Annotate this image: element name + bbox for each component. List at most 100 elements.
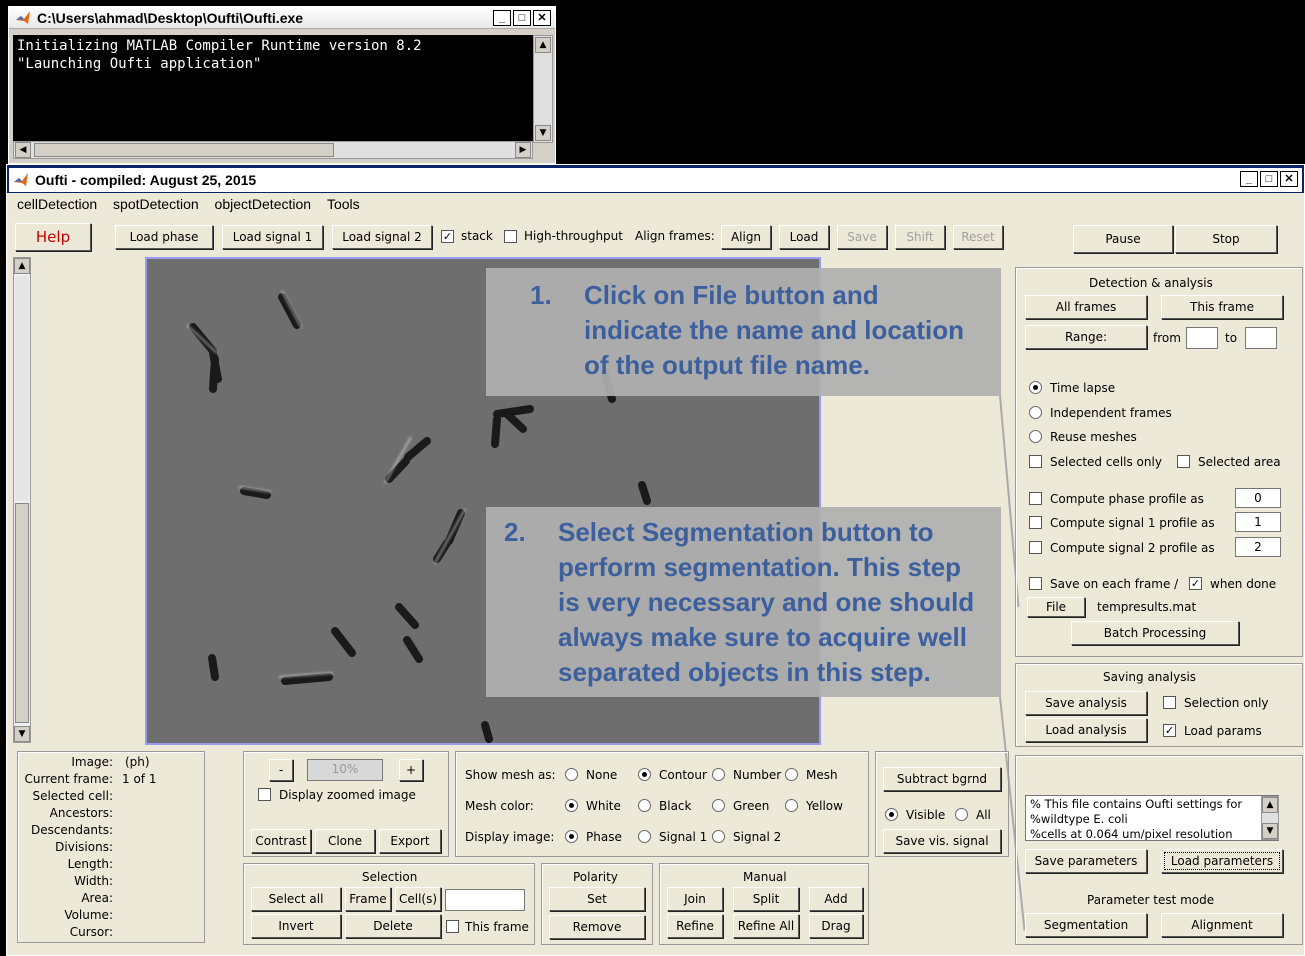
selection-only-checkbox[interactable] xyxy=(1163,696,1176,709)
frame-scrollbar[interactable]: ▲ ▼ xyxy=(13,257,31,743)
maximize-button[interactable]: □ xyxy=(513,10,531,26)
this-frame-checkbox[interactable] xyxy=(446,920,459,933)
selected-cells-checkbox[interactable] xyxy=(1029,455,1042,468)
mesh-none-radio[interactable] xyxy=(565,768,578,781)
polarity-remove-button[interactable]: Remove xyxy=(549,915,645,939)
scroll-down-icon[interactable]: ▼ xyxy=(1262,823,1278,839)
signal2-profile-checkbox[interactable] xyxy=(1029,541,1042,554)
delete-button[interactable]: Delete xyxy=(345,914,441,938)
color-yellow-radio[interactable] xyxy=(785,799,798,812)
color-black-radio[interactable] xyxy=(638,799,651,812)
mesh-contour-radio[interactable] xyxy=(638,768,651,781)
menu-objectdetection[interactable]: objectDetection xyxy=(215,196,312,212)
export-button[interactable]: Export xyxy=(379,829,441,853)
color-white-radio[interactable] xyxy=(565,799,578,812)
maximize-button[interactable]: □ xyxy=(1260,171,1278,187)
stack-checkbox[interactable]: ✓ xyxy=(441,230,454,243)
visible-radio[interactable] xyxy=(885,808,898,821)
load-signal1-button[interactable]: Load signal 1 xyxy=(222,225,323,249)
save-parameters-button[interactable]: Save parameters xyxy=(1025,849,1147,873)
select-all-button[interactable]: Select all xyxy=(251,887,341,911)
reset-button[interactable]: Reset xyxy=(953,225,1003,249)
scroll-up-icon[interactable]: ▲ xyxy=(14,258,30,274)
segmentation-button[interactable]: Segmentation xyxy=(1025,913,1147,937)
color-green-radio[interactable] xyxy=(712,799,725,812)
file-button[interactable]: File xyxy=(1027,597,1085,617)
from-input[interactable] xyxy=(1186,327,1218,349)
selected-area-checkbox[interactable] xyxy=(1177,455,1190,468)
this-frame-button[interactable]: This frame xyxy=(1161,295,1283,319)
help-button[interactable]: Help xyxy=(15,223,91,251)
menu-tools[interactable]: Tools xyxy=(327,196,360,212)
close-button[interactable]: ✕ xyxy=(1280,171,1298,187)
console-hscrollbar[interactable]: ◀ ▶ xyxy=(13,141,533,159)
signal1-profile-checkbox[interactable] xyxy=(1029,516,1042,529)
invert-button[interactable]: Invert xyxy=(251,914,341,938)
zoom-out-button[interactable]: - xyxy=(269,759,293,781)
display-zoomed-checkbox[interactable] xyxy=(258,788,271,801)
shift-button[interactable]: Shift xyxy=(895,225,945,249)
scroll-down-icon[interactable]: ▼ xyxy=(14,726,30,742)
alignment-button[interactable]: Alignment xyxy=(1161,913,1283,937)
display-signal2-radio[interactable] xyxy=(712,830,725,843)
all-frames-button[interactable]: All frames xyxy=(1025,295,1147,319)
scroll-thumb[interactable] xyxy=(15,503,29,723)
signal2-profile-input[interactable]: 2 xyxy=(1235,537,1281,557)
display-phase-radio[interactable] xyxy=(565,830,578,843)
frame-button[interactable]: Frame xyxy=(345,887,391,911)
polarity-set-button[interactable]: Set xyxy=(549,887,645,911)
phase-profile-input[interactable]: 0 xyxy=(1235,488,1281,508)
add-button[interactable]: Add xyxy=(809,887,863,911)
clone-button[interactable]: Clone xyxy=(315,829,375,853)
load-signal2-button[interactable]: Load signal 2 xyxy=(332,225,432,249)
close-button[interactable]: ✕ xyxy=(533,10,551,26)
signal1-profile-input[interactable]: 1 xyxy=(1235,512,1281,532)
cells-button[interactable]: Cell(s) xyxy=(395,887,441,911)
load-analysis-button[interactable]: Load analysis xyxy=(1025,718,1147,742)
save-analysis-button[interactable]: Save analysis xyxy=(1025,691,1147,715)
cells-input[interactable] xyxy=(445,889,525,911)
zoom-in-button[interactable]: + xyxy=(399,759,423,781)
load-phase-button[interactable]: Load phase xyxy=(115,225,213,249)
batch-processing-button[interactable]: Batch Processing xyxy=(1071,621,1239,645)
contrast-button[interactable]: Contrast xyxy=(251,829,311,853)
subtract-bgrnd-button[interactable]: Subtract bgrnd xyxy=(883,767,1001,791)
scroll-left-icon[interactable]: ◀ xyxy=(15,142,31,158)
scroll-thumb[interactable] xyxy=(34,143,334,157)
menu-spotdetection[interactable]: spotDetection xyxy=(113,196,199,212)
load-align-button[interactable]: Load xyxy=(779,225,829,249)
scroll-right-icon[interactable]: ▶ xyxy=(515,142,531,158)
load-parameters-button[interactable]: Load parameters xyxy=(1161,849,1283,873)
mesh-mesh-radio[interactable] xyxy=(785,768,798,781)
reuse-meshes-radio[interactable] xyxy=(1029,430,1042,443)
range-button[interactable]: Range: xyxy=(1025,325,1147,349)
scroll-up-icon[interactable]: ▲ xyxy=(535,37,551,53)
save-each-frame-checkbox[interactable] xyxy=(1029,577,1042,590)
to-input[interactable] xyxy=(1245,327,1277,349)
minimize-button[interactable]: _ xyxy=(1240,171,1258,187)
console-vscrollbar[interactable]: ▲ ▼ xyxy=(533,35,553,143)
menu-celldetection[interactable]: cellDetection xyxy=(17,196,97,212)
load-params-checkbox[interactable]: ✓ xyxy=(1163,724,1176,737)
high-throughput-checkbox[interactable] xyxy=(504,230,517,243)
save-vis-signal-button[interactable]: Save vis. signal xyxy=(883,829,1001,853)
drag-button[interactable]: Drag xyxy=(809,914,863,938)
minimize-button[interactable]: _ xyxy=(493,10,511,26)
refine-button[interactable]: Refine xyxy=(667,914,723,938)
zoom-level-input[interactable]: 10% xyxy=(307,759,383,781)
parameters-scrollbar[interactable]: ▲ ▼ xyxy=(1261,796,1279,840)
all-radio[interactable] xyxy=(955,808,968,821)
when-done-checkbox[interactable]: ✓ xyxy=(1189,577,1202,590)
join-button[interactable]: Join xyxy=(667,887,723,911)
display-signal1-radio[interactable] xyxy=(638,830,651,843)
pause-button[interactable]: Pause xyxy=(1073,225,1173,253)
stop-button[interactable]: Stop xyxy=(1175,225,1277,253)
phase-profile-checkbox[interactable] xyxy=(1029,492,1042,505)
scroll-down-icon[interactable]: ▼ xyxy=(535,125,551,141)
scroll-up-icon[interactable]: ▲ xyxy=(1262,797,1278,813)
refine-all-button[interactable]: Refine All xyxy=(733,914,799,938)
independent-frames-radio[interactable] xyxy=(1029,406,1042,419)
mesh-number-radio[interactable] xyxy=(712,768,725,781)
align-button[interactable]: Align xyxy=(721,225,771,249)
save-align-button[interactable]: Save xyxy=(837,225,887,249)
